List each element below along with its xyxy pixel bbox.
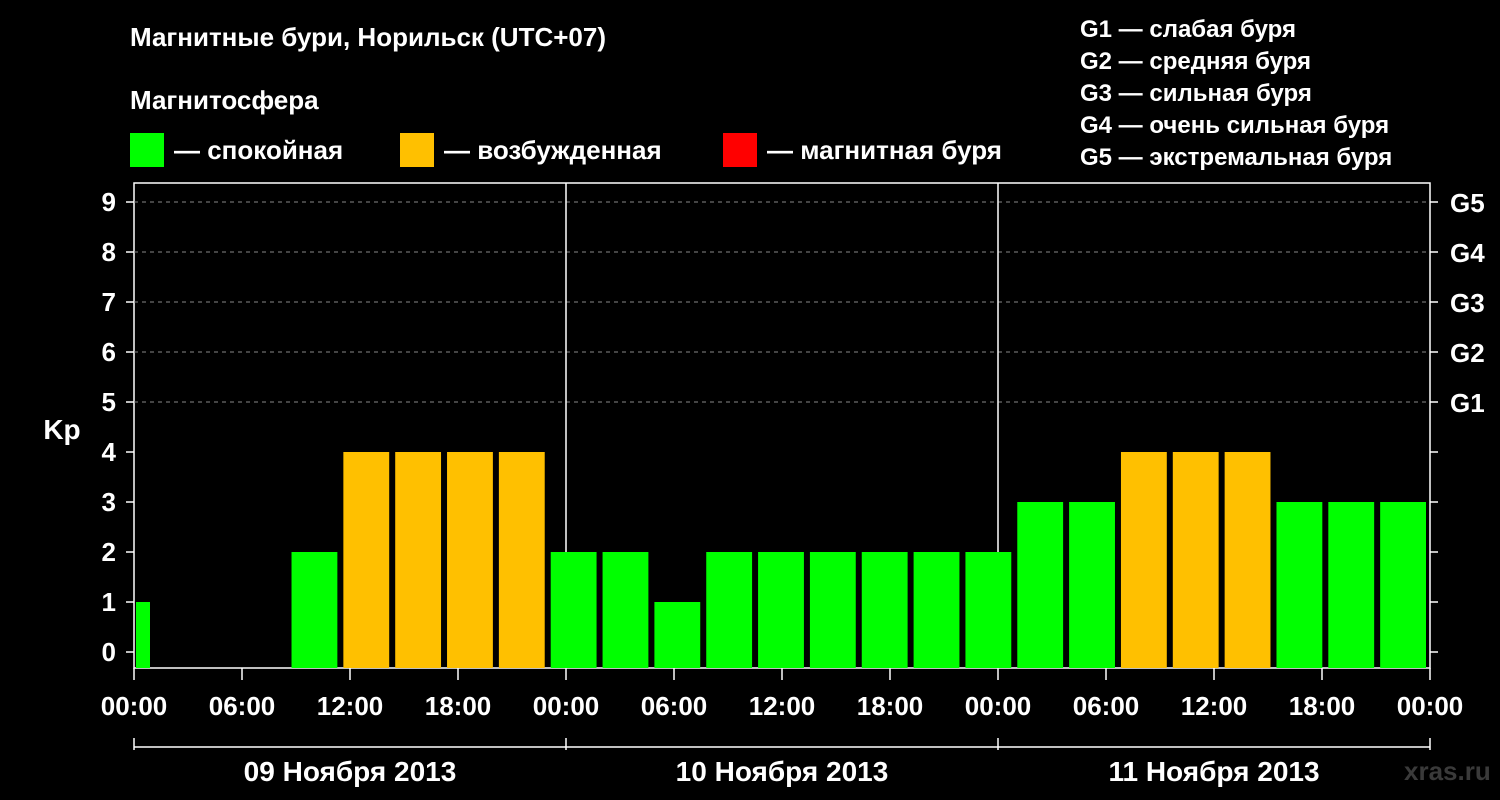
kp-bar [447,452,493,668]
x-tick-label: 00:00 [965,691,1032,721]
kp-bar [136,602,150,668]
kp-bar [343,452,390,668]
kp-bar [706,552,753,668]
kp-bar [1328,502,1375,668]
x-tick-label: 06:00 [641,691,708,721]
kp-bar [498,452,545,668]
g-level-label: G4 [1450,238,1485,268]
x-tick-label: 06:00 [209,691,276,721]
y-tick-label: 5 [102,387,116,417]
day-label: 11 Ноября 2013 [1108,756,1319,787]
x-tick-label: 00:00 [101,691,168,721]
y-tick-label: 7 [102,287,116,317]
kp-bar [1380,502,1426,668]
watermark: xras.ru [1404,756,1491,786]
kp-bar [550,552,597,668]
y-tick-label: 9 [102,187,116,217]
kp-bar [1017,502,1064,668]
kp-bar [654,602,701,668]
y-tick-label: 4 [102,437,117,467]
x-tick-label: 00:00 [1397,691,1464,721]
x-tick-label: 12:00 [1181,691,1248,721]
g-level-label: G5 [1450,188,1485,218]
kp-bar [861,552,908,668]
kp-bar [1120,452,1167,668]
kp-bar [965,552,1012,668]
kp-bar [1172,452,1219,668]
kp-bar [758,552,804,668]
day-label: 10 Ноября 2013 [676,756,889,787]
x-tick-label: 00:00 [533,691,600,721]
y-tick-label: 2 [102,537,116,567]
kp-bar [395,452,442,668]
y-tick-label: 6 [102,337,116,367]
g-level-label: G2 [1450,338,1485,368]
x-tick-label: 12:00 [317,691,384,721]
g-level-label: G1 [1450,388,1485,418]
kp-bar [291,552,338,668]
y-tick-label: 8 [102,237,116,267]
y-axis-label: Kp [43,414,80,445]
x-tick-label: 12:00 [749,691,816,721]
y-tick-label: 0 [102,637,116,667]
kp-bar-chart: Kp 0 1 2 3 4 5 6 7 8 9 G1 G2 G3 G4 G5 00:00 06:00 12:00 18… [43,182,1485,787]
day-label: 09 Ноября 2013 [244,756,457,787]
y-tick-label: 1 [102,587,116,617]
kp-bar [809,552,856,668]
g-level-label: G3 [1450,288,1485,318]
kp-bar [1069,502,1115,668]
x-tick-label: 18:00 [1289,691,1356,721]
kp-bar [1224,452,1271,668]
y-tick-label: 3 [102,487,116,517]
x-tick-label: 06:00 [1073,691,1140,721]
x-tick-label: 18:00 [425,691,492,721]
x-tick-label: 18:00 [857,691,924,721]
kp-bar [913,552,960,668]
kp-bar [602,552,649,668]
kp-bar [1276,502,1323,668]
